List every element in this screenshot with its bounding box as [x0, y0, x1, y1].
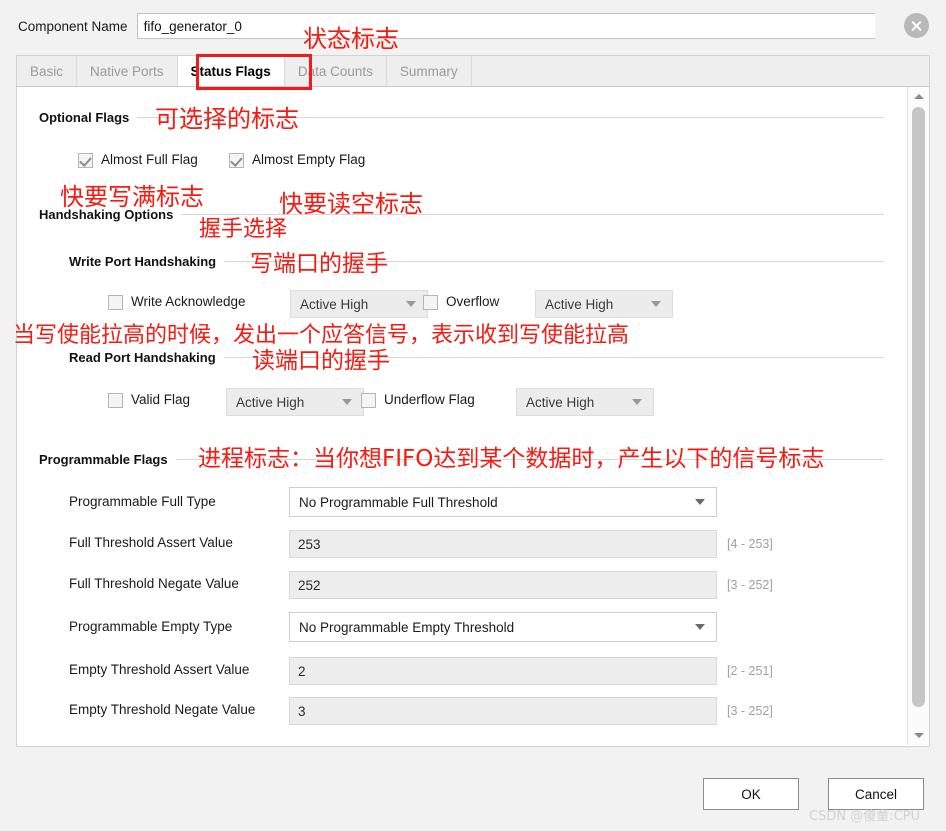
label-empty-threshold-negate-value: Empty Threshold Negate Value — [69, 702, 256, 717]
select-programmable-empty-type[interactable]: No Programmable Empty Threshold — [289, 612, 717, 642]
checkbox-underflow-flag[interactable] — [361, 393, 376, 408]
label-empty-threshold-assert-value: Empty Threshold Assert Value — [69, 662, 250, 677]
chevron-down-icon — [632, 399, 642, 405]
tab-summary[interactable]: Summary — [386, 56, 472, 86]
select-value: Active High — [236, 394, 305, 410]
tab-native-ports[interactable]: Native Ports — [77, 56, 178, 86]
label-underflow-flag: Underflow Flag — [384, 392, 475, 407]
chevron-down-icon — [406, 301, 416, 307]
scrollbar-thumb[interactable] — [912, 107, 925, 707]
input-full-threshold-negate-value[interactable]: 252 — [289, 571, 717, 599]
chevron-down-icon — [695, 624, 705, 630]
input-empty-threshold-negate-value[interactable]: 3 — [289, 697, 717, 725]
annotation-status-flags: 状态标志 — [303, 25, 399, 53]
chevron-down-icon — [695, 499, 705, 505]
chevron-down-icon — [651, 301, 661, 307]
select-programmable-full-type[interactable]: No Programmable Full Threshold — [289, 487, 717, 517]
scrollbar-up-button[interactable] — [908, 88, 929, 105]
tab-bar: Basic Native Ports Status Flags Data Cou… — [16, 55, 930, 87]
label-full-threshold-assert-value: Full Threshold Assert Value — [69, 535, 233, 550]
section-title-optional-flags: Optional Flags — [39, 110, 130, 125]
close-button[interactable] — [904, 13, 930, 39]
tab-basic[interactable]: Basic — [17, 56, 78, 86]
checkbox-valid-flag[interactable] — [108, 393, 123, 408]
component-name-bar: Component Name fifo_generator_0 — [0, 0, 946, 52]
chevron-down-icon — [342, 399, 352, 405]
annotation-almost-full: 快要写满标志 — [60, 183, 204, 211]
section-read-port-handshaking: Read Port Handshaking — [69, 350, 884, 365]
checkbox-overflow[interactable] — [423, 295, 438, 310]
annotation-write-port: 写端口的握手 — [250, 251, 388, 277]
component-name-label: Component Name — [18, 18, 128, 34]
tab-filler — [471, 56, 929, 86]
range-full-threshold-assert-value: [4 - 253] — [727, 537, 773, 551]
label-write-acknowledge: Write Acknowledge — [131, 294, 246, 309]
input-full-threshold-assert-value[interactable]: 253 — [289, 530, 717, 558]
label-overflow: Overflow — [446, 294, 500, 309]
chevron-up-icon — [913, 94, 924, 99]
select-value: Active High — [526, 394, 595, 410]
select-value: Active High — [545, 296, 614, 312]
select-value: No Programmable Full Threshold — [299, 494, 498, 510]
annotation-optional-flags: 可选择的标志 — [155, 105, 299, 133]
component-name-input[interactable]: fifo_generator_0 — [136, 13, 875, 39]
watermark: CSDN @傻童:CPU — [809, 809, 921, 824]
section-title-write-port-handshaking: Write Port Handshaking — [69, 254, 217, 269]
section-title-read-port-handshaking: Read Port Handshaking — [69, 350, 216, 365]
select-value: No Programmable Empty Threshold — [299, 619, 515, 635]
select-write-acknowledge-polarity[interactable]: Active High — [290, 290, 428, 318]
range-full-threshold-negate-value: [3 - 252] — [727, 578, 773, 592]
select-overflow-polarity[interactable]: Active High — [535, 290, 673, 318]
select-underflow-flag-polarity[interactable]: Active High — [516, 388, 654, 416]
chevron-down-icon — [913, 733, 924, 738]
annotation-read-port: 读端口的握手 — [252, 348, 390, 374]
checkbox-write-acknowledge[interactable] — [108, 295, 123, 310]
vertical-scrollbar[interactable] — [907, 87, 929, 745]
tab-data-counts[interactable]: Data Counts — [284, 56, 387, 86]
select-valid-flag-polarity[interactable]: Active High — [226, 388, 364, 416]
section-title-programmable-flags: Programmable Flags — [39, 452, 168, 467]
annotation-almost-empty: 快要读空标志 — [279, 190, 423, 218]
label-full-threshold-negate-value: Full Threshold Negate Value — [69, 576, 239, 591]
range-empty-threshold-assert-value: [2 - 251] — [727, 664, 773, 678]
label-programmable-full-type: Programmable Full Type — [69, 494, 216, 509]
checkbox-almost-empty-flag[interactable] — [229, 153, 244, 168]
range-empty-threshold-negate-value: [3 - 252] — [727, 704, 773, 718]
annotation-write-ack-desc: 当写使能拉高的时候，发出一个应答信号，表示收到写使能拉高 — [13, 323, 630, 348]
tab-status-flags[interactable]: Status Flags — [177, 56, 285, 86]
label-valid-flag: Valid Flag — [131, 392, 191, 407]
close-circle-icon — [904, 13, 929, 38]
label-almost-full-flag: Almost Full Flag — [101, 152, 198, 167]
annotation-handshaking: 握手选择 — [199, 217, 288, 242]
checkbox-almost-full-flag[interactable] — [78, 153, 93, 168]
scrollbar-down-button[interactable] — [908, 727, 929, 744]
input-empty-threshold-assert-value[interactable]: 2 — [289, 657, 717, 685]
ok-button[interactable]: OK — [703, 778, 799, 810]
label-programmable-empty-type: Programmable Empty Type — [69, 619, 233, 634]
annotation-programmable-flags: 进程标志：当你想FIFO达到某个数据时，产生以下的信号标志 — [198, 446, 825, 472]
select-value: Active High — [300, 296, 369, 312]
section-write-port-handshaking: Write Port Handshaking — [69, 254, 884, 269]
label-almost-empty-flag: Almost Empty Flag — [252, 152, 366, 167]
